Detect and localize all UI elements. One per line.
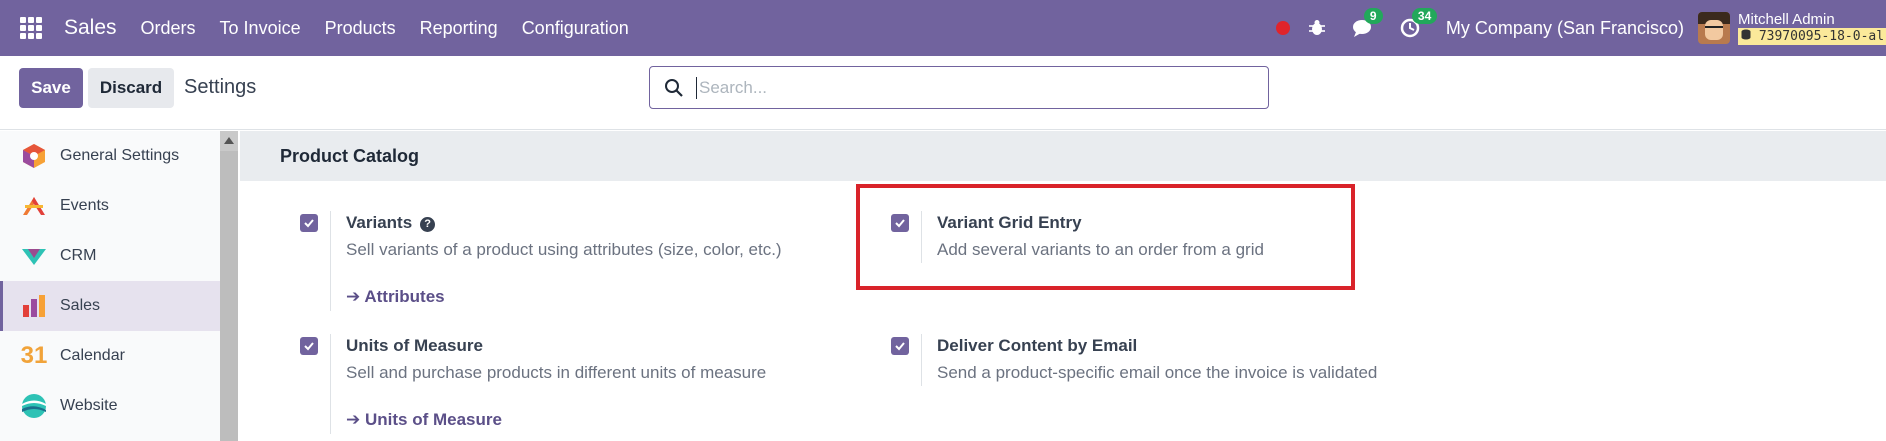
save-button[interactable]: Save <box>19 68 83 108</box>
calendar-icon: 31 <box>20 342 48 369</box>
sidebar-item-label: Website <box>60 397 118 414</box>
sidebar-item-label: General Settings <box>60 147 180 164</box>
top-navbar: Sales Orders To Invoice Products Reporti… <box>0 0 1886 56</box>
menu-to-invoice[interactable]: To Invoice <box>220 18 301 39</box>
sidebar-item-label: Sales <box>60 297 101 314</box>
arrow-right-icon: ➔ <box>346 287 361 306</box>
setting-title: Units of Measure <box>346 336 483 355</box>
settings-sidebar: General Settings Events CRM Sales 31 Cal… <box>0 131 220 441</box>
discard-button[interactable]: Discard <box>88 68 174 108</box>
user-menu[interactable]: Mitchell Admin 73970095-18-0-al <box>1738 12 1886 45</box>
setting-description: Sell variants of a product using attribu… <box>346 240 782 259</box>
arrow-right-icon: ➔ <box>346 410 361 429</box>
avatar[interactable] <box>1698 12 1730 44</box>
crm-icon <box>20 242 48 270</box>
recording-indicator-icon[interactable] <box>1275 21 1290 35</box>
sales-icon <box>20 292 48 320</box>
sidebar-item-sales[interactable]: Sales <box>0 281 220 331</box>
setting-title: Variants? <box>346 213 436 233</box>
variants-checkbox[interactable] <box>300 214 318 232</box>
menu-reporting[interactable]: Reporting <box>420 18 498 39</box>
app-name[interactable]: Sales <box>64 16 117 40</box>
search-icon <box>665 78 683 97</box>
setting-variants: Variants? Sell variants of a product usi… <box>300 211 820 311</box>
messages-badge: 9 <box>1363 8 1383 24</box>
sidebar-item-calendar[interactable]: 31 Calendar <box>0 331 220 381</box>
sidebar-item-general-settings[interactable]: General Settings <box>0 131 220 181</box>
sidebar-scrollbar[interactable] <box>220 131 238 441</box>
website-icon <box>20 392 48 420</box>
user-name: Mitchell Admin <box>1738 11 1835 28</box>
search-bar[interactable] <box>649 66 1269 109</box>
units-of-measure-link[interactable]: ➔ Units of Measure <box>346 410 502 430</box>
menu-orders[interactable]: Orders <box>141 18 196 39</box>
company-switcher[interactable]: My Company (San Francisco) <box>1446 18 1684 39</box>
menu-products[interactable]: Products <box>325 18 396 39</box>
setting-title: Deliver Content by Email <box>937 336 1138 355</box>
sidebar-item-label: Calendar <box>60 347 125 364</box>
activities-icon[interactable]: 34 <box>1400 8 1438 38</box>
events-icon <box>20 192 48 220</box>
database-tag: 73970095-18-0-al <box>1738 27 1886 45</box>
debug-icon[interactable] <box>1308 19 1326 37</box>
sidebar-item-label: Events <box>60 197 109 214</box>
setting-description: Send a product-specific email once the i… <box>937 363 1378 382</box>
control-panel: Save Discard Settings <box>0 56 1886 130</box>
menu-configuration[interactable]: Configuration <box>522 18 629 39</box>
setting-description: Sell and purchase products in different … <box>346 363 767 382</box>
deliver-content-checkbox[interactable] <box>891 337 909 355</box>
units-of-measure-checkbox[interactable] <box>300 337 318 355</box>
breadcrumb: Settings <box>184 76 257 98</box>
search-input[interactable] <box>699 77 1239 98</box>
sidebar-item-label: CRM <box>60 247 97 264</box>
general-settings-icon <box>20 142 48 170</box>
help-icon[interactable]: ? <box>420 216 436 232</box>
setting-units-of-measure: Units of Measure Sell and purchase produ… <box>300 334 820 434</box>
messages-icon[interactable]: 9 <box>1352 8 1383 38</box>
activities-badge: 34 <box>1411 8 1438 24</box>
sidebar-item-events[interactable]: Events <box>0 181 220 231</box>
scroll-up-icon[interactable] <box>224 137 234 144</box>
sidebar-item-website[interactable]: Website <box>0 381 220 431</box>
attributes-link[interactable]: ➔ Attributes <box>346 287 445 307</box>
setting-deliver-content-by-email: Deliver Content by Email Send a product-… <box>891 334 1491 386</box>
database-icon <box>1741 29 1751 39</box>
sidebar-item-crm[interactable]: CRM <box>0 231 220 281</box>
apps-grid-icon[interactable] <box>20 17 42 39</box>
highlight-box <box>856 184 1355 290</box>
section-title: Product Catalog <box>240 131 1886 181</box>
main-menu: Orders To Invoice Products Reporting Con… <box>141 18 653 39</box>
